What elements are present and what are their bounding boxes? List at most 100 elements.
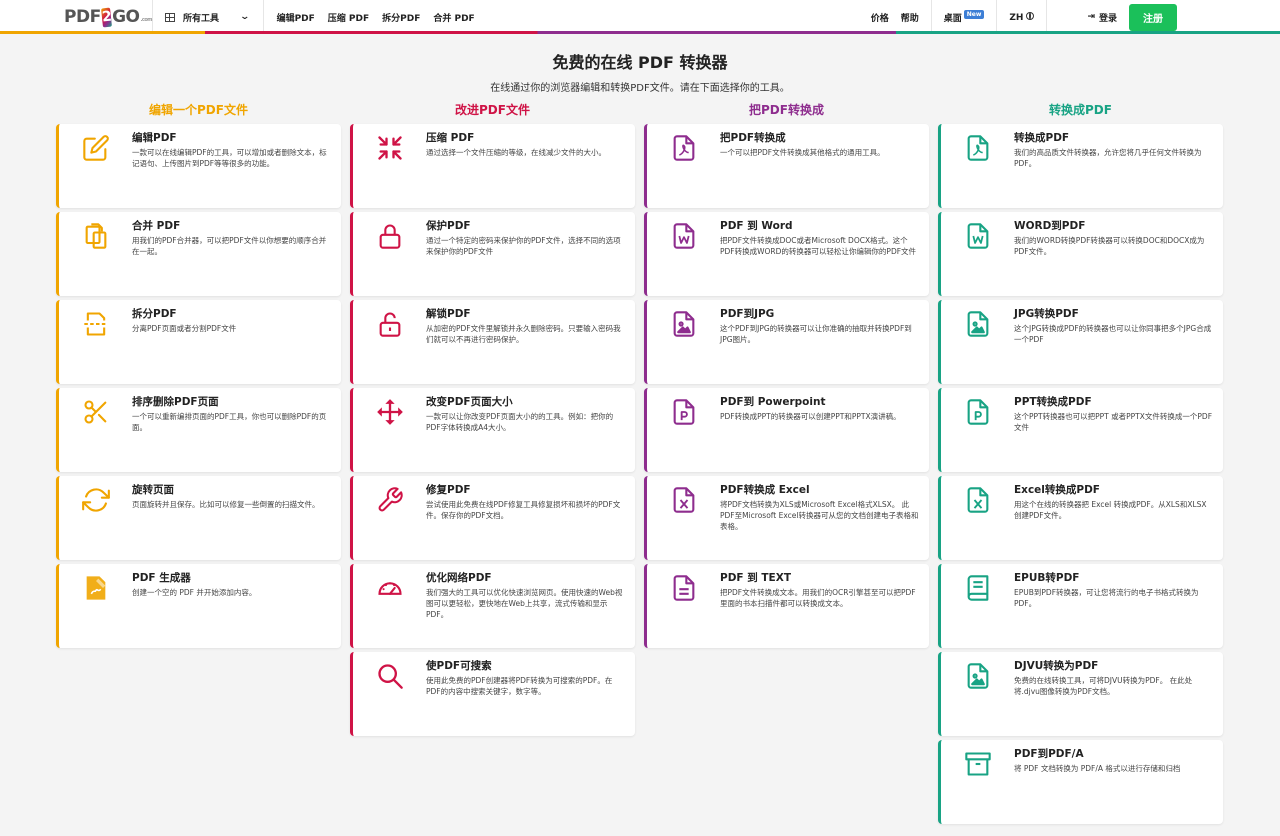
tool-card[interactable]: PDF 生成器 创建一个空的 PDF 并开始添加内容。 (56, 564, 341, 648)
tool-card[interactable]: 压缩 PDF 通过选择一个文件压缩的等级，在线减少文件的大小。 (350, 124, 635, 208)
lock-icon (353, 216, 426, 296)
search-icon (353, 656, 426, 736)
speedometer-icon (353, 568, 426, 648)
tool-card-description: 免费的在线转换工具，可将DJVU转换为PDF。 在此处将.djvu图像转换为PD… (1014, 676, 1193, 696)
tool-card[interactable]: 使PDF可搜索 使用此免费的PDF创建器将PDF转换为可搜索的PDF。在PDF的内… (350, 652, 635, 736)
tool-card-title: PDF 生成器 (132, 572, 191, 584)
tool-card-description: 通过选择一个文件压缩的等级，在线减少文件的大小。 (426, 148, 606, 157)
tool-card-description: 页面旋转并且保存。比如可以修复一些倒置的扫描文件。 (132, 500, 320, 509)
logo-text-go: GO (112, 7, 140, 27)
image-file-icon (647, 304, 720, 384)
tool-card-title: 保护PDF (426, 220, 471, 232)
tool-card-text: 解锁PDF 从加密的PDF文件里解锁并永久删除密码。只要输入密码我们就可以不再进行… (426, 304, 625, 384)
tool-card[interactable]: 合并 PDF 用我们的PDF合并器，可以把PDF文件以你想要的顺序合并在一起。 (56, 212, 341, 296)
tool-card[interactable]: PDF到JPG 这个PDF到JPG的转换器可以让你准确的抽取并转换PDF到JPG图… (644, 300, 929, 384)
nav-link-edit[interactable]: 编辑PDF (277, 11, 315, 24)
tool-card-title: DJVU转换为PDF (1014, 660, 1099, 672)
nav-link-split[interactable]: 拆分PDF (382, 11, 420, 24)
tool-card[interactable]: 改变PDF页面大小一款可以让你改变PDF页面大小的的工具。例如：把你的PDF字体… (350, 388, 635, 472)
tool-card[interactable]: 保护PDF 通过一个特定的密码来保护你的PDF文件，选择不同的选项来保护你的PDF… (350, 212, 635, 296)
tool-columns: 编辑一个PDF文件编辑PDF 一款可以在线编辑PDF的工具，可以增加或者删除文本，… (56, 100, 1224, 828)
tool-card-text: 压缩 PDF 通过选择一个文件压缩的等级，在线减少文件的大小。 (426, 128, 606, 208)
tool-card[interactable]: 把PDF转换成 一个可以把PDF文件转换成其他格式的通用工具。 (644, 124, 929, 208)
tool-card-description: PDF转换成PPT的转换器可以创建PPT和PPTX演讲稿。 (720, 412, 901, 421)
tool-card-text: PDF到PDF/A 将 PDF 文档转换为 PDF/A 格式以进行存储和归档 (1014, 744, 1180, 824)
tool-card[interactable]: 旋转页面 页面旋转并且保存。比如可以修复一些倒置的扫描文件。 (56, 476, 341, 560)
image-file-icon (941, 304, 1014, 384)
tool-card-title: 修复PDF (426, 484, 471, 496)
tool-card[interactable]: EPUB转PDF EPUB到PDF转换器，可让您将流行的电子书格式转换为PDF。 (938, 564, 1223, 648)
top-nav: PDF 2 GO .com 所有工具 ⌄ 编辑PDF 压缩 PDF 拆分PDF 合并 … (0, 0, 1280, 34)
tool-card-title: PDF 到 TEXT (720, 572, 791, 584)
column-improve: 改进PDF文件 压缩 PDF 通过选择一个文件压缩的等级，在线减少文件的大小。 保护P… (350, 100, 635, 828)
tool-card[interactable]: 优化网络PDF 我们强大的工具可以优化快速浏览网页。使用快速的Web视图可以更轻松… (350, 564, 635, 648)
split-icon (59, 304, 132, 384)
globe-icon (1026, 11, 1035, 20)
nav-link-compress[interactable]: 压缩 PDF (328, 11, 369, 24)
tool-card[interactable]: PDF到 Powerpoint PDF转换成PPT的转换器可以创建PPT和PPTX… (644, 388, 929, 472)
tool-card-description: 从加密的PDF文件里解锁并永久删除密码。只要输入密码我们就可以不再进行密码保护。 (426, 324, 621, 344)
tool-card-description: 把PDF文件转换成DOC或者Microsoft DOCX格式。这个PDF转换成W… (720, 236, 917, 256)
tool-card[interactable]: WORD到PDF 我们的WORD转换PDF转换器可以转换DOC和DOCX成为PDF… (938, 212, 1223, 296)
nav-link-merge[interactable]: 合并 PDF (433, 11, 474, 24)
column-title: 改进PDF文件 (455, 103, 530, 117)
pricing-link[interactable]: 价格 (871, 11, 889, 24)
tool-card-text: PDF 到 Word 把PDF文件转换成DOC或者Microsoft DOCX格式… (720, 216, 919, 296)
tool-card-description: 用这个在线的转换器把 Excel 转换成PDF。从XLS和XLSX创建PDF文件… (1014, 500, 1207, 520)
all-tools-dropdown[interactable]: 所有工具 ⌄ (153, 0, 264, 34)
column-title: 编辑一个PDF文件 (149, 103, 248, 117)
tool-card[interactable]: JPG转换PDF 这个JPG转换成PDF的转换器也可以让你同事把多个JPG合成一个… (938, 300, 1223, 384)
tool-card[interactable]: PDF到PDF/A 将 PDF 文档转换为 PDF/A 格式以进行存储和归档 (938, 740, 1223, 824)
tool-card[interactable]: 修复PDF 尝试使用此免费在线PDF修复工具修复损坏和损坏的PDF文件。保存你的P… (350, 476, 635, 560)
tool-card[interactable]: PPT转换成PDF 这个PPT转换器也可以把PPT 或者PPTX文件转换成一个PD… (938, 388, 1223, 472)
language-selector[interactable]: ZH (996, 0, 1046, 34)
tool-card[interactable]: 解锁PDF 从加密的PDF文件里解锁并永久删除密码。只要输入密码我们就可以不再进行… (350, 300, 635, 384)
tool-card-description: 一款可以让你改变PDF页面大小的的工具。例如：把你的PDF字体转换成A4大小。 (426, 412, 614, 432)
all-tools-label: 所有工具 (183, 13, 220, 24)
tool-card[interactable]: PDF 到 TEXT 把PDF文件转换成文本。用我们的OCR引擎甚至可以把PDF里… (644, 564, 929, 648)
pdf-creator-icon (59, 568, 132, 648)
tool-card-description: 一个可以重新编排页面的PDF工具，你也可以删除PDF的页面。 (132, 412, 327, 432)
tool-card[interactable]: Excel转换成PDF 用这个在线的转换器把 Excel 转换成PDF。从XLS和… (938, 476, 1223, 560)
tool-card-description: 把PDF文件转换成文本。用我们的OCR引擎甚至可以把PDF里面的书本扫描件都可以… (720, 588, 916, 608)
desktop-link[interactable]: 桌面 New (930, 0, 997, 34)
tool-card-description: 一款可以在线编辑PDF的工具，可以增加或者删除文本，标记语句、上传图片到PDF等… (132, 148, 327, 168)
tool-card[interactable]: 编辑PDF 一款可以在线编辑PDF的工具，可以增加或者删除文本，标记语句、上传图片… (56, 124, 341, 208)
tool-card-description: 我们的WORD转换PDF转换器可以转换DOC和DOCX成为PDF文件。 (1014, 236, 1205, 256)
tool-card-text: PDF 到 TEXT 把PDF文件转换成文本。用我们的OCR引擎甚至可以把PDF里… (720, 568, 919, 648)
tool-card-title: 拆分PDF (132, 308, 177, 320)
tool-card-title: PDF转换成 Excel (720, 484, 810, 496)
tool-card-text: PPT转换成PDF 这个PPT转换器也可以把PPT 或者PPTX文件转换成一个PD… (1014, 392, 1213, 472)
tool-card[interactable]: DJVU转换为PDF 免费的在线转换工具，可将DJVU转换为PDF。 在此处将.d… (938, 652, 1223, 736)
tool-card-text: 优化网络PDF 我们强大的工具可以优化快速浏览网页。使用快速的Web视图可以更轻松… (426, 568, 625, 648)
tool-card[interactable]: 排序删除PDF页面 一个可以重新编排页面的PDF工具，你也可以删除PDF的页面。 (56, 388, 341, 472)
tool-card-text: EPUB转PDF EPUB到PDF转换器，可让您将流行的电子书格式转换为PDF。 (1014, 568, 1213, 648)
login-link[interactable]: ⇥ 登录 (1046, 0, 1129, 34)
grid-icon (165, 12, 175, 22)
tool-card-title: PDF 到 Word (720, 220, 793, 232)
word-file-icon (647, 216, 720, 296)
tool-card-title: 优化网络PDF (426, 572, 492, 584)
tool-card-text: 排序删除PDF页面 一个可以重新编排页面的PDF工具，你也可以删除PDF的页面。 (132, 392, 331, 472)
tool-card[interactable]: PDF转换成 Excel 将PDF文档转换为XLS或Microsoft Excel… (644, 476, 929, 560)
tool-card-text: 合并 PDF 用我们的PDF合并器，可以把PDF文件以你想要的顺序合并在一起。 (132, 216, 331, 296)
tool-card-title: WORD到PDF (1014, 220, 1086, 232)
tool-card-description: 分离PDF页面或者分割PDF文件 (132, 324, 237, 333)
logo[interactable]: PDF 2 GO .com (0, 0, 153, 34)
tool-card[interactable]: 拆分PDF 分离PDF页面或者分割PDF文件 (56, 300, 341, 384)
column-to-pdf: 转换成PDF 转换成PDF 我们的高品质文件转换器，允许您将几乎任何文件转换为PDF… (938, 100, 1223, 828)
ppt-file-icon (941, 392, 1014, 472)
tool-card-title: 转换成PDF (1014, 132, 1070, 144)
tool-card-title: 把PDF转换成 (720, 132, 786, 144)
tool-card-description: 尝试使用此免费在线PDF修复工具修复损坏和损坏的PDF文件。保存你的PDF文档。 (426, 500, 621, 520)
tool-card-text: DJVU转换为PDF 免费的在线转换工具，可将DJVU转换为PDF。 在此处将.d… (1014, 656, 1213, 736)
tool-card[interactable]: PDF 到 Word 把PDF文件转换成DOC或者Microsoft DOCX格式… (644, 212, 929, 296)
tool-card-title: 改变PDF页面大小 (426, 396, 513, 408)
tool-card-text: 改变PDF页面大小一款可以让你改变PDF页面大小的的工具。例如：把你的PDF字体… (426, 392, 625, 472)
help-link[interactable]: 帮助 (901, 11, 919, 24)
column-from-pdf: 把PDF转换成 把PDF转换成 一个可以把PDF文件转换成其他格式的通用工具。 PDF… (644, 100, 929, 828)
tool-card-description: 我们强大的工具可以优化快速浏览网页。使用快速的Web视图可以更轻松，更快地在We… (426, 588, 623, 619)
tool-card[interactable]: 转换成PDF 我们的高品质文件转换器，允许您将几乎任何文件转换为PDF。 (938, 124, 1223, 208)
unlock-icon (353, 304, 426, 384)
register-button[interactable]: 注册 (1129, 3, 1177, 31)
